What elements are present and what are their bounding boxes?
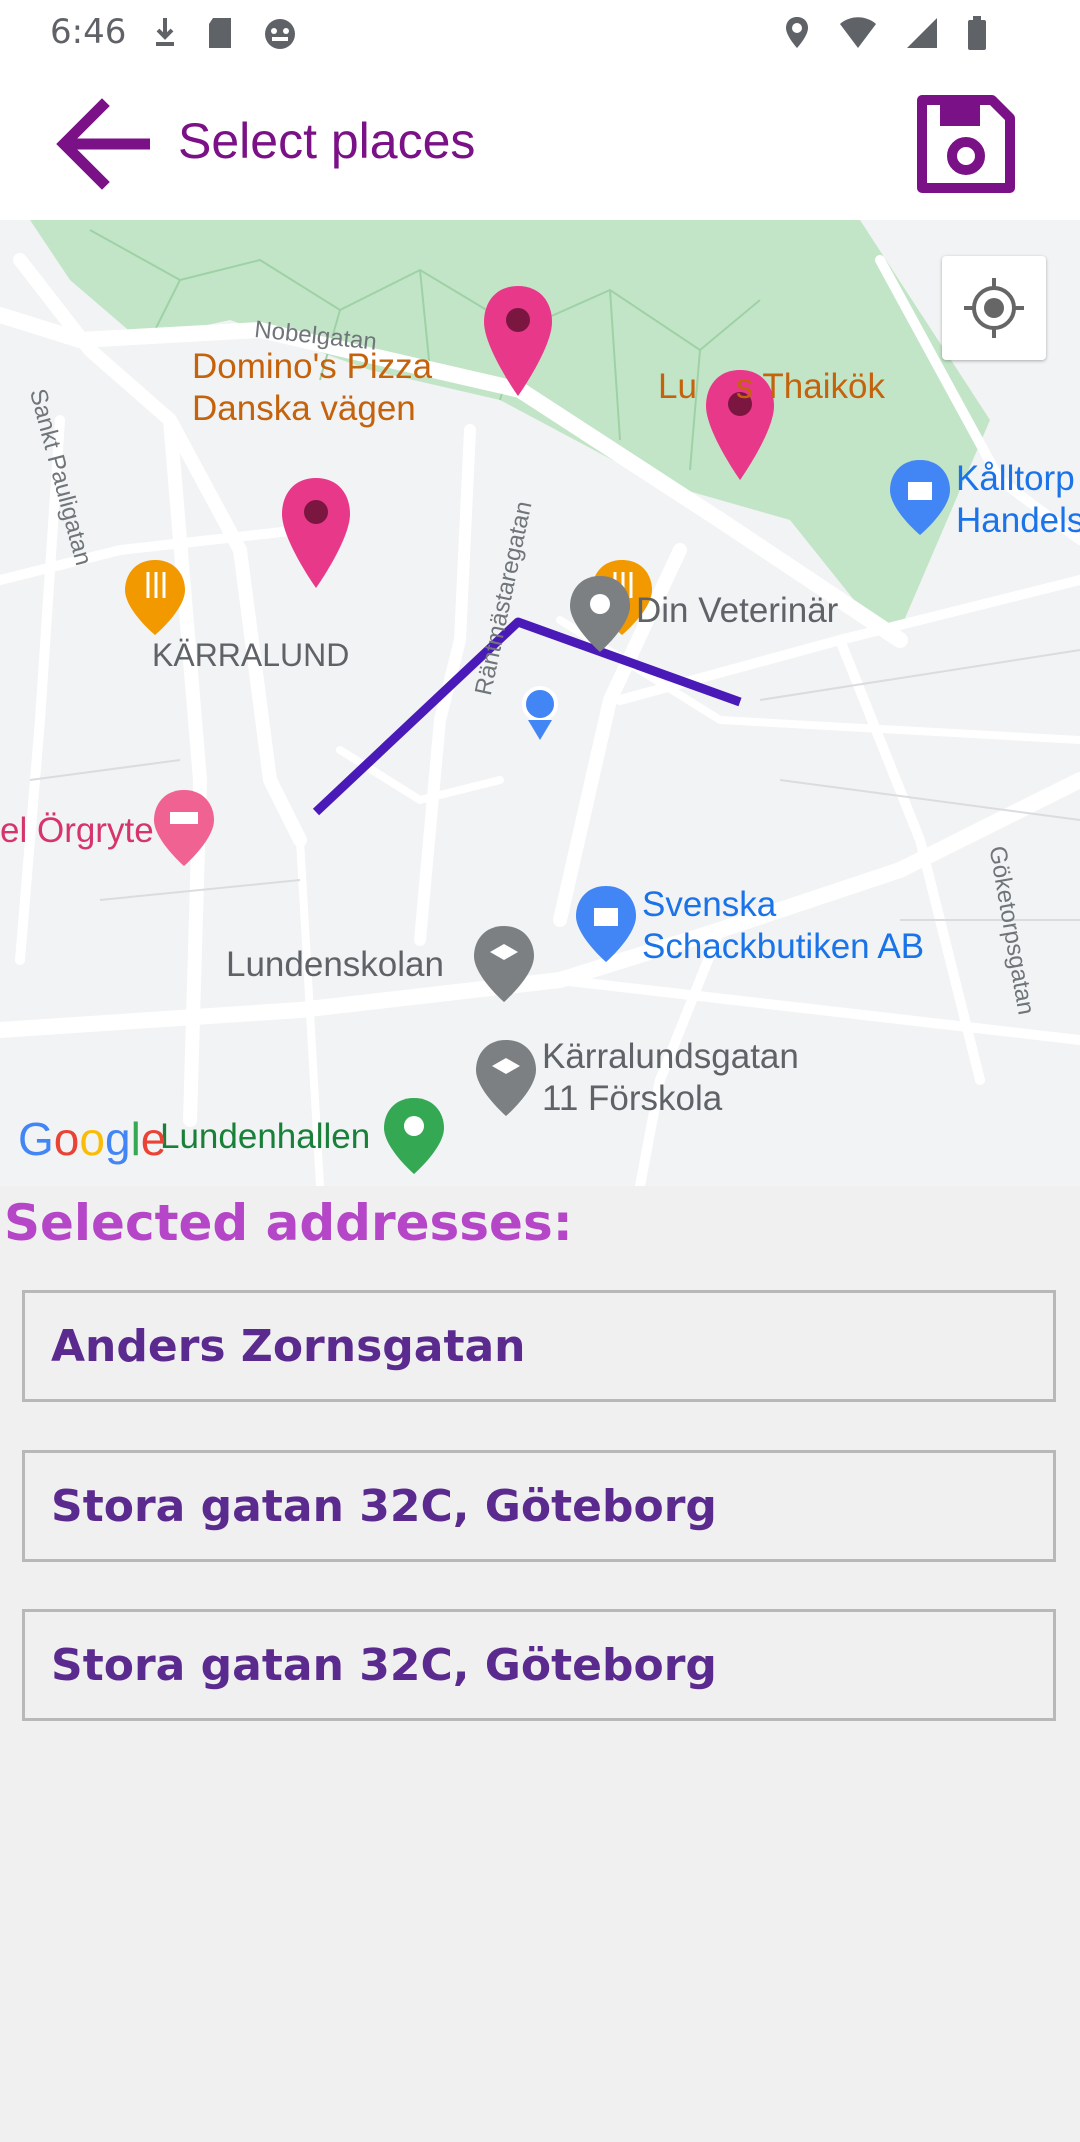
address-field[interactable]: Stora gatan 32C, Göteborg [22, 1609, 1056, 1721]
poi-label-lundenhallen[interactable]: Lundenhallen [160, 1116, 370, 1158]
hotel-poi-icon [154, 790, 214, 866]
poi-label-thai[interactable]: Lu s Thaikök [658, 366, 885, 408]
back-button[interactable] [56, 98, 156, 190]
floppy-save-icon [917, 95, 1015, 193]
poi-label-forskola[interactable]: Kärralundsgatan 11 Förskola [542, 1036, 799, 1120]
address-text: Stora gatan 32C, Göteborg [51, 1481, 717, 1532]
status-bar: 6:46 [0, 0, 1080, 68]
school-poi-icon [476, 1040, 536, 1116]
save-button[interactable] [916, 94, 1016, 194]
area-label-karralund: KÄRRALUND [152, 637, 350, 673]
status-left-icons [152, 14, 320, 52]
wifi-icon [839, 17, 876, 48]
battery-icon [968, 16, 986, 50]
poi-label-kalltorp[interactable]: Kålltorp Handels [956, 458, 1080, 542]
app-bar: Select places [0, 68, 1080, 220]
arrow-back-icon [56, 98, 150, 190]
address-field[interactable]: Stora gatan 32C, Göteborg [22, 1450, 1056, 1562]
shopping-poi-icon [576, 886, 636, 962]
address-field[interactable]: Anders Zornsgatan [22, 1290, 1056, 1402]
page-title: Select places [178, 113, 476, 169]
poi-label-lundenskolan[interactable]: Lundenskolan [226, 944, 444, 986]
address-text: Anders Zornsgatan [51, 1321, 526, 1372]
route-marker [282, 478, 350, 588]
download-icon [156, 18, 174, 46]
android-debug-icon [265, 19, 296, 49]
address-text: Stora gatan 32C, Göteborg [51, 1640, 717, 1691]
user-location-dot [522, 686, 558, 740]
restaurant-poi-icon [125, 560, 185, 635]
poi-label-orgryte[interactable]: el Örgryte [0, 810, 154, 852]
cell-signal-icon [906, 18, 937, 48]
google-logo: Google [18, 1113, 167, 1165]
sd-card-icon [209, 18, 232, 48]
map-canvas [0, 220, 1080, 1186]
map-view[interactable]: Nobelgatan Sankt Pauligatan Räntmästareg… [0, 220, 1080, 1186]
poi-label-veterinar[interactable]: Din Veterinär [636, 590, 838, 632]
my-location-icon [964, 278, 1024, 338]
status-right-icons [783, 14, 1010, 52]
selected-addresses-title: Selected addresses: [4, 1194, 573, 1252]
my-location-button[interactable] [942, 256, 1046, 360]
sports-poi-icon [384, 1098, 444, 1174]
poi-label-schack[interactable]: Svenska Schackbutiken AB [642, 884, 924, 968]
location-icon [785, 17, 808, 48]
status-time: 6:46 [50, 12, 127, 52]
poi-label-dominos[interactable]: Domino's Pizza Danska vägen [192, 346, 432, 430]
